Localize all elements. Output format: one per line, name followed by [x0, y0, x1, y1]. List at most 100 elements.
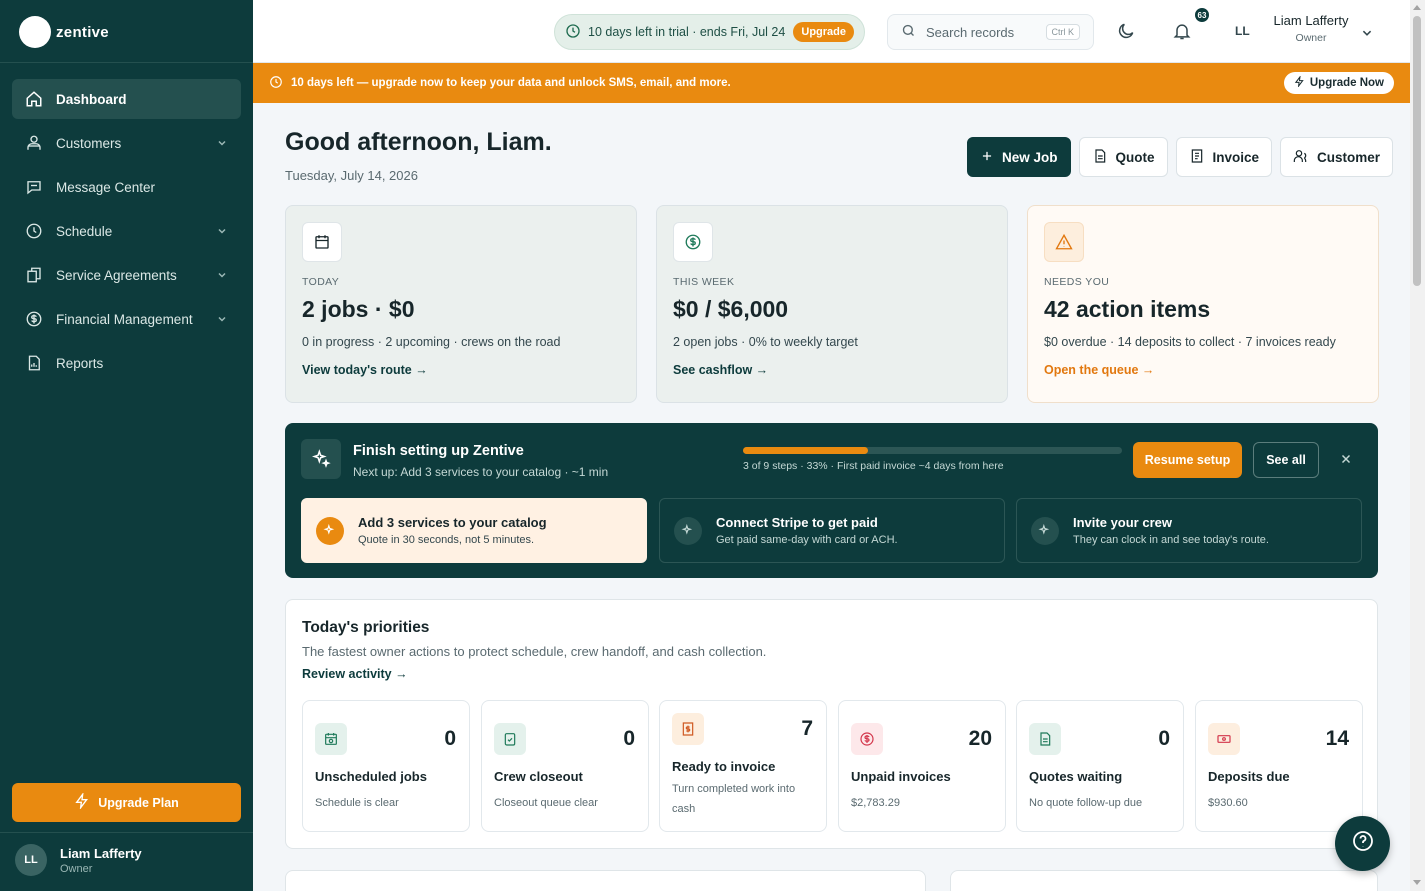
sidebar-item-financial-management[interactable]: Financial Management	[12, 299, 241, 339]
priority-title: Unscheduled jobs	[315, 769, 427, 784]
close-icon[interactable]	[1339, 452, 1353, 471]
scroll-up-arrow[interactable]	[1413, 5, 1421, 10]
upgrade-plan-button[interactable]: Upgrade Plan	[12, 783, 241, 822]
stat-detail: 0 in progress · 2 upcoming · crews on th…	[302, 335, 561, 349]
sparkles-icon	[301, 439, 341, 479]
divider	[0, 832, 253, 833]
priority-title: Quotes waiting	[1029, 769, 1123, 784]
sidebar-item-dashboard[interactable]: Dashboard	[12, 79, 241, 119]
setup-title: Finish setting up Zentive	[353, 443, 524, 459]
setup-progress-bar	[743, 447, 1122, 454]
dollar-icon	[673, 222, 713, 262]
upgrade-now-button[interactable]: Upgrade Now	[1283, 72, 1394, 94]
customer-button[interactable]: Customer	[1280, 137, 1394, 177]
sparkles-icon	[316, 516, 344, 545]
open-queue-link[interactable]: Open the queue →	[1044, 363, 1362, 377]
quote-button[interactable]: Quote	[1078, 137, 1168, 177]
search-shortcut: Ctrl K	[1045, 24, 1080, 40]
step-title: Connect Stripe to get paid	[716, 515, 878, 530]
upgrade-banner: 10 days left — upgrade now to keep your …	[253, 63, 1410, 103]
app-logo[interactable]: zentive	[19, 16, 109, 48]
user-role: Owner	[1295, 32, 1327, 44]
sidebar-item-schedule[interactable]: Schedule	[12, 211, 241, 251]
priority-card-quotes-waiting[interactable]: 0 Quotes waiting No quote follow-up due	[1016, 700, 1184, 832]
upgrade-plan-label: Upgrade Plan	[98, 795, 179, 810]
view-route-link[interactable]: View today's route →	[302, 363, 620, 377]
sidebar-item-label: Reports	[56, 355, 104, 371]
invoice-button[interactable]: Invoice	[1175, 137, 1273, 177]
setup-next-step: Next up: Add 3 services to your catalog …	[353, 465, 609, 479]
lightning-icon	[74, 791, 90, 812]
step-description: Get paid same-day with card or ACH.	[716, 534, 898, 546]
report-icon	[24, 353, 44, 373]
step-title: Invite your crew	[1073, 515, 1172, 530]
chevron-down-icon	[217, 312, 227, 327]
user-menu[interactable]: Liam Lafferty Owner	[1271, 13, 1351, 44]
new-job-button[interactable]: New Job	[967, 137, 1071, 177]
step-description: Quote in 30 seconds, not 5 minutes.	[358, 534, 535, 546]
search-input[interactable]: Search records Ctrl K	[887, 14, 1094, 50]
topbar-initials[interactable]: LL	[1235, 24, 1250, 38]
chat-icon	[24, 177, 44, 197]
priorities-panel: Today's priorities The fastest owner act…	[285, 599, 1378, 849]
topbar: 10 days left in trial · ends Fri, Jul 24…	[253, 0, 1410, 63]
sidebar-item-service-agreements[interactable]: Service Agreements	[12, 255, 241, 295]
sidebar-item-message-center[interactable]: Message Center	[12, 167, 241, 207]
priority-card-deposits-due[interactable]: 14 Deposits due $930.60	[1195, 700, 1363, 832]
chevron-down-icon[interactable]	[1361, 26, 1373, 44]
chevron-down-icon	[217, 268, 227, 283]
setup-card: Finish setting up Zentive Next up: Add 3…	[285, 423, 1378, 578]
priority-card-unpaid-invoices[interactable]: 20 Unpaid invoices $2,783.29	[838, 700, 1006, 832]
priority-card-unscheduled-jobs[interactable]: 0 Unscheduled jobs Schedule is clear	[302, 700, 470, 832]
priority-detail: $2,783.29	[851, 797, 900, 809]
priority-count: 14	[1325, 727, 1349, 750]
resume-setup-button[interactable]: Resume setup	[1133, 442, 1242, 478]
see-cashflow-link[interactable]: See cashflow →	[673, 363, 991, 377]
sidebar-item-label: Message Center	[56, 179, 156, 195]
scroll-down-arrow[interactable]	[1413, 880, 1421, 885]
review-activity-link[interactable]: Review activity →	[302, 667, 408, 681]
bottom-panel-right	[950, 870, 1378, 891]
sidebar-user[interactable]: LL Liam Lafferty Owner	[15, 844, 142, 876]
sidebar: zentive Dashboard Customers Message Cent…	[0, 0, 253, 891]
help-button[interactable]	[1335, 816, 1390, 871]
quote-label: Quote	[1115, 149, 1155, 165]
sidebar-item-label: Service Agreements	[56, 267, 177, 283]
setup-progress-text: 3 of 9 steps · 33% · First paid invoice …	[743, 460, 1004, 472]
user-role: Owner	[60, 862, 93, 875]
moon-icon[interactable]	[1116, 21, 1136, 46]
chevron-down-icon	[217, 224, 227, 239]
section-description: The fastest owner actions to protect sch…	[302, 644, 767, 659]
priority-title: Unpaid invoices	[851, 769, 951, 784]
warning-icon	[1044, 222, 1084, 262]
sidebar-item-reports[interactable]: Reports	[12, 343, 241, 383]
priority-detail: $930.60	[1208, 797, 1248, 809]
document-icon	[1029, 723, 1061, 755]
priority-detail: Schedule is clear	[315, 797, 399, 809]
scrollbar[interactable]	[1410, 0, 1425, 891]
logo-mark	[19, 16, 51, 48]
user-name: Liam Lafferty	[60, 845, 142, 861]
clipboard-check-icon	[494, 723, 526, 755]
priority-card-ready-to-invoice[interactable]: 7 Ready to invoice Turn completed work i…	[659, 700, 827, 832]
setup-step-catalog[interactable]: Add 3 services to your catalog Quote in …	[301, 498, 647, 563]
banner-text: 10 days left — upgrade now to keep your …	[291, 77, 731, 89]
divider	[0, 62, 253, 63]
setup-step-crew[interactable]: Invite your crew They can clock in and s…	[1016, 498, 1362, 563]
trial-upgrade-button[interactable]: Upgrade	[793, 22, 854, 42]
clock-icon	[269, 75, 283, 92]
stat-value: 2 jobs · $0	[302, 296, 415, 322]
stat-label: NEEDS YOU	[1044, 276, 1110, 288]
priority-card-crew-closeout[interactable]: 0 Crew closeout Closeout queue clear	[481, 700, 649, 832]
see-all-button[interactable]: See all	[1253, 442, 1319, 478]
notification-badge: 63	[1193, 6, 1211, 24]
scroll-thumb[interactable]	[1413, 16, 1421, 286]
priority-count: 7	[801, 717, 813, 740]
help-icon	[1351, 829, 1375, 858]
bell-icon[interactable]	[1172, 20, 1192, 47]
trial-text: 10 days left in trial · ends Fri, Jul 24	[588, 25, 786, 39]
sidebar-item-customers[interactable]: Customers	[12, 123, 241, 163]
setup-step-stripe[interactable]: Connect Stripe to get paid Get paid same…	[659, 498, 1005, 563]
avatar: LL	[15, 844, 47, 876]
calendar-icon	[302, 222, 342, 262]
